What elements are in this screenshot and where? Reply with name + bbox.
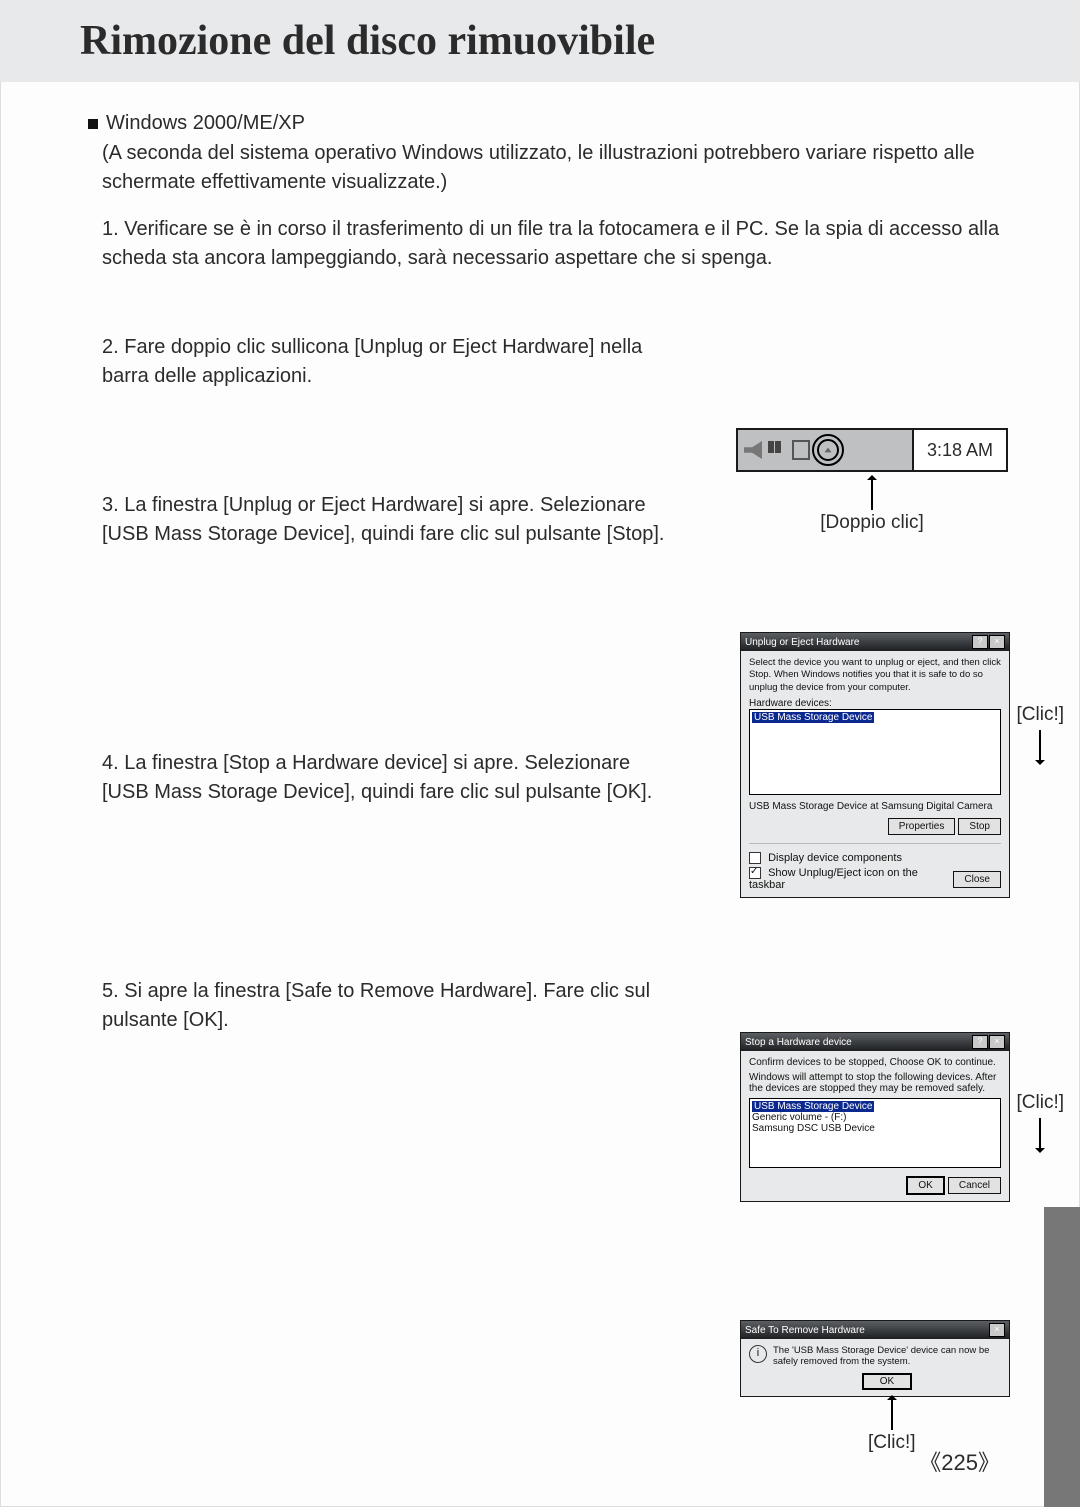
- dialog-titlebar: Stop a Hardware device ? ×: [741, 1033, 1009, 1051]
- checkbox-show-icon[interactable]: [749, 867, 761, 879]
- os-label: Windows 2000/ME/XP: [106, 112, 305, 135]
- ok-annotation-3: [Clic!]: [868, 1392, 916, 1454]
- system-tray: 3:18 AM: [736, 428, 1008, 472]
- note-text: (A seconda del sistema operativo Windows…: [102, 139, 1000, 197]
- safe-remove-dialog: Safe To Remove Hardware × i The 'USB Mas…: [740, 1320, 1010, 1397]
- stop-item-2[interactable]: Generic volume - (F:): [752, 1112, 998, 1123]
- bullet-square-icon: [88, 119, 98, 129]
- stop-button[interactable]: Stop: [958, 818, 1001, 835]
- dialog-title: Unplug or Eject Hardware: [745, 637, 860, 648]
- cancel-button[interactable]: Cancel: [948, 1177, 1001, 1194]
- eject-hardware-icon[interactable]: [817, 439, 839, 461]
- properties-button[interactable]: Properties: [888, 818, 956, 835]
- device-status: USB Mass Storage Device at Samsung Digit…: [749, 801, 1001, 812]
- help-button[interactable]: ?: [972, 1035, 988, 1049]
- help-button[interactable]: ?: [972, 635, 988, 649]
- info-icon: i: [749, 1345, 767, 1363]
- arrow-down-2: [1039, 1118, 1041, 1152]
- arrow-down-1: [1039, 730, 1041, 764]
- tray-icons: [738, 434, 912, 466]
- figure-stop-dialog: Stop a Hardware device ? × Confirm devic…: [740, 1032, 1008, 1202]
- stop-item-1[interactable]: USB Mass Storage Device: [752, 1101, 874, 1112]
- safe-msg: The 'USB Mass Storage Device' device can…: [773, 1345, 1001, 1367]
- annot-clic-2: [Clic!]: [1017, 1092, 1065, 1114]
- step-1-text: 1. Verificare se è in corso il trasferim…: [102, 215, 1000, 273]
- title-band: Rimozione del disco rimuovibile: [0, 0, 1080, 82]
- stop-annotation: [Clic!]: [1017, 704, 1065, 766]
- chk1-label: Display device components: [768, 852, 902, 864]
- dialog-titlebar: Unplug or Eject Hardware ? ×: [741, 633, 1009, 651]
- figure-safe-dialog: Safe To Remove Hardware × i The 'USB Mas…: [740, 1320, 1008, 1397]
- dialog-desc: Select the device you want to unplug or …: [749, 657, 1001, 694]
- circled-highlight: [812, 434, 844, 466]
- dialog-title: Safe To Remove Hardware: [745, 1325, 865, 1336]
- ok-button[interactable]: OK: [862, 1373, 912, 1390]
- stop-line1: Confirm devices to be stopped, Choose OK…: [749, 1057, 1001, 1068]
- figure-unplug-dialog: Unplug or Eject Hardware ? × Select the …: [740, 632, 1008, 898]
- step-5-text: 5. Si apre la finestra [Safe to Remove H…: [102, 977, 672, 1035]
- step-3-text: 3. La finestra [Unplug or Eject Hardware…: [102, 491, 672, 549]
- ok-annotation: [Clic!]: [1017, 1092, 1065, 1154]
- step-4-text: 4. La finestra [Stop a Hardware device] …: [102, 749, 672, 807]
- step-2-text: 2. Fare doppio clic sullicona [Unplug or…: [102, 333, 672, 391]
- device-item-selected[interactable]: USB Mass Storage Device: [752, 712, 874, 723]
- close-button[interactable]: ×: [989, 1323, 1005, 1337]
- close-button[interactable]: ×: [989, 1035, 1005, 1049]
- stop-item-3[interactable]: Samsung DSC USB Device: [752, 1123, 998, 1134]
- dialog-titlebar: Safe To Remove Hardware ×: [741, 1321, 1009, 1339]
- annot-clic-3: [Clic!]: [868, 1432, 916, 1454]
- unplug-dialog: Unplug or Eject Hardware ? × Select the …: [740, 632, 1010, 898]
- close-button[interactable]: ×: [989, 635, 1005, 649]
- chk2-label: Show Unplug/Eject icon on the taskbar: [749, 867, 918, 891]
- page-title: Rimozione del disco rimuovibile: [80, 18, 1000, 64]
- stop-hardware-dialog: Stop a Hardware device ? × Confirm devic…: [740, 1032, 1010, 1202]
- document-icon: [792, 440, 810, 460]
- dialog-title: Stop a Hardware device: [745, 1037, 852, 1048]
- close-dialog-button[interactable]: Close: [953, 871, 1001, 888]
- annot-clic-1: [Clic!]: [1017, 704, 1065, 726]
- stop-device-list[interactable]: USB Mass Storage Device Generic volume -…: [749, 1098, 1001, 1168]
- checkbox-display-components[interactable]: [749, 852, 761, 864]
- tray-clock: 3:18 AM: [912, 430, 1006, 470]
- tray-caption: [Doppio clic]: [736, 512, 1008, 534]
- thumb-tab: [1044, 1207, 1080, 1507]
- device-listbox[interactable]: USB Mass Storage Device: [749, 709, 1001, 795]
- ok-button[interactable]: OK: [906, 1176, 944, 1195]
- list-label: Hardware devices:: [749, 698, 1001, 709]
- figure-systray: 3:18 AM [Doppio clic]: [736, 428, 1008, 534]
- volume-icon: [744, 441, 762, 459]
- page-number: 《225》: [919, 1445, 1000, 1477]
- manual-page: Rimozione del disco rimuovibile Windows …: [0, 0, 1080, 1507]
- arrow-pointer: [871, 476, 873, 510]
- network-icon: [768, 441, 786, 459]
- os-bullet: Windows 2000/ME/XP: [88, 112, 1000, 135]
- arrow-up-3: [891, 1396, 893, 1430]
- stop-line2: Windows will attempt to stop the followi…: [749, 1072, 1001, 1094]
